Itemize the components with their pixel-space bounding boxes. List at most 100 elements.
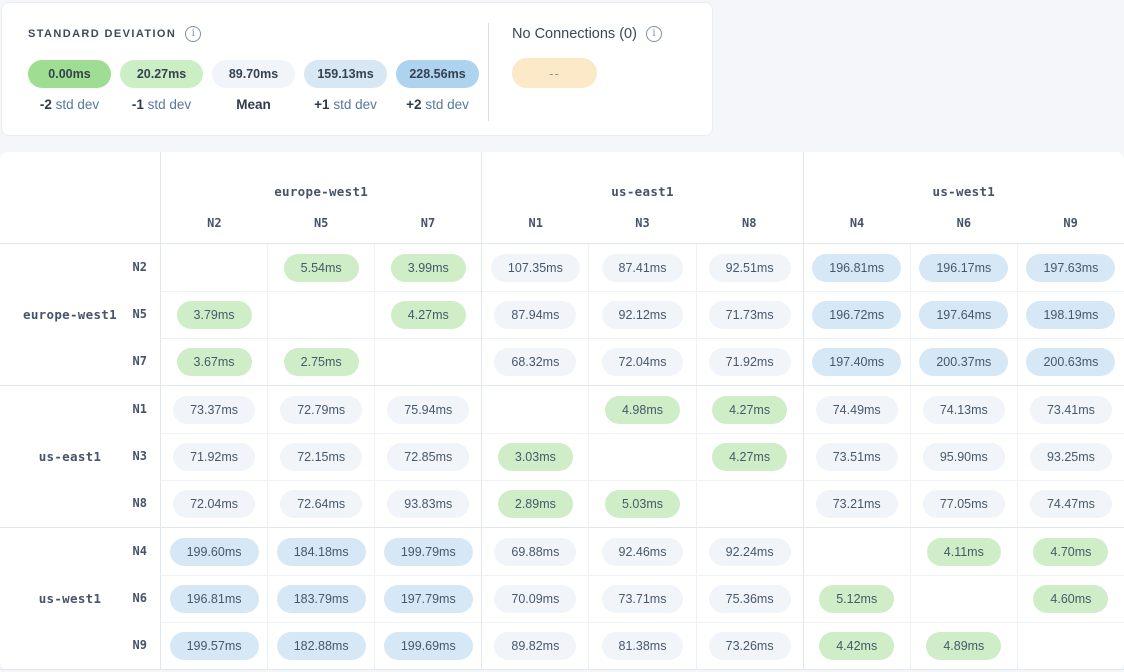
latency-pill[interactable]: 4.27ms — [391, 301, 466, 329]
latency-pill[interactable]: 4.27ms — [712, 443, 787, 471]
latency-pill[interactable]: 4.42ms — [819, 632, 894, 660]
latency-cell: 87.94ms — [481, 291, 588, 338]
latency-cell — [696, 480, 803, 527]
latency-cell: 72.85ms — [374, 433, 481, 480]
latency-pill[interactable]: 92.12ms — [602, 301, 684, 329]
latency-pill[interactable]: 72.15ms — [280, 443, 362, 471]
latency-pill[interactable]: 73.21ms — [816, 490, 898, 518]
latency-pill[interactable]: 199.60ms — [170, 538, 259, 566]
latency-cell: 74.49ms — [803, 386, 910, 433]
latency-pill[interactable]: 183.79ms — [277, 585, 366, 613]
node-column-header-N1: N1 — [482, 216, 589, 230]
latency-pill[interactable]: 5.12ms — [819, 585, 894, 613]
region-name: us-west1 — [804, 184, 1124, 199]
latency-pill[interactable]: 196.81ms — [812, 254, 901, 282]
latency-pill[interactable]: 196.81ms — [170, 585, 259, 613]
latency-pill[interactable]: 3.79ms — [177, 301, 252, 329]
latency-cell: 3.79ms — [160, 291, 267, 338]
latency-pill[interactable]: 197.40ms — [812, 348, 901, 376]
latency-pill[interactable]: 69.88ms — [494, 538, 576, 566]
node-column-header-N6: N6 — [910, 216, 1017, 230]
latency-cell: 5.54ms — [267, 244, 374, 291]
latency-pill[interactable]: 73.41ms — [1030, 396, 1112, 424]
latency-pill[interactable]: 2.75ms — [284, 348, 359, 376]
latency-cell: 75.94ms — [374, 386, 481, 433]
std-dev-title: STANDARD DEVIATION — [28, 28, 176, 40]
latency-pill[interactable]: 4.98ms — [605, 396, 680, 424]
latency-pill[interactable]: 184.18ms — [277, 538, 366, 566]
latency-pill[interactable]: 72.04ms — [173, 490, 255, 518]
latency-pill[interactable]: 95.90ms — [923, 443, 1005, 471]
latency-pill[interactable]: 197.63ms — [1026, 254, 1115, 282]
latency-cell: 4.27ms — [374, 291, 481, 338]
latency-pill[interactable]: 3.03ms — [498, 443, 573, 471]
latency-pill[interactable]: 77.05ms — [923, 490, 1005, 518]
latency-pill[interactable]: 73.71ms — [602, 585, 684, 613]
latency-pill[interactable]: 197.64ms — [919, 301, 1008, 329]
latency-pill[interactable]: 74.49ms — [816, 396, 898, 424]
latency-cell: 75.36ms — [696, 575, 803, 622]
latency-pill[interactable]: 72.79ms — [280, 396, 362, 424]
node-column-header-N2: N2 — [161, 216, 268, 230]
latency-pill[interactable]: 87.94ms — [494, 301, 576, 329]
latency-pill[interactable]: 81.38ms — [602, 632, 684, 660]
latency-pill[interactable]: 196.17ms — [919, 254, 1008, 282]
latency-pill[interactable]: 5.03ms — [605, 490, 680, 518]
latency-pill[interactable]: 71.73ms — [709, 301, 791, 329]
node-column-header-N7: N7 — [375, 216, 482, 230]
latency-pill[interactable]: 71.92ms — [709, 348, 791, 376]
latency-cell — [910, 575, 1017, 622]
latency-pill[interactable]: 68.32ms — [494, 348, 576, 376]
latency-pill[interactable]: 4.11ms — [927, 538, 1001, 566]
region-name: us-east1 — [482, 184, 802, 199]
latency-pill[interactable]: 4.60ms — [1033, 585, 1108, 613]
latency-pill[interactable]: 197.79ms — [384, 585, 473, 613]
std-dev-label-1: -1 std dev — [120, 97, 203, 112]
no-connections-info-icon[interactable]: i — [646, 26, 662, 42]
latency-pill[interactable]: 73.51ms — [816, 443, 898, 471]
latency-pill[interactable]: 87.41ms — [602, 254, 684, 282]
no-connections-title-row: No Connections (0) i — [512, 26, 662, 42]
latency-pill[interactable]: 4.70ms — [1033, 538, 1108, 566]
latency-cell: 196.81ms — [803, 244, 910, 291]
std-dev-info-icon[interactable]: i — [185, 26, 201, 42]
latency-pill[interactable]: 199.79ms — [384, 538, 473, 566]
latency-cell: 197.79ms — [374, 575, 481, 622]
latency-pill[interactable]: 72.64ms — [280, 490, 362, 518]
latency-pill[interactable]: 4.89ms — [926, 632, 1001, 660]
latency-pill[interactable]: 92.51ms — [709, 254, 791, 282]
latency-pill[interactable]: 200.37ms — [919, 348, 1008, 376]
latency-pill[interactable]: 2.89ms — [498, 490, 573, 518]
latency-pill[interactable]: 72.04ms — [602, 348, 684, 376]
latency-pill[interactable]: 93.25ms — [1030, 443, 1112, 471]
latency-pill[interactable]: 92.24ms — [709, 538, 791, 566]
latency-pill[interactable]: 200.63ms — [1026, 348, 1115, 376]
latency-cell: 89.82ms — [481, 622, 588, 669]
std-dev-label-rest: std dev — [330, 97, 377, 112]
latency-pill[interactable]: 93.83ms — [387, 490, 469, 518]
latency-pill[interactable]: 73.37ms — [173, 396, 255, 424]
latency-pill[interactable]: 5.54ms — [284, 254, 359, 282]
latency-pill[interactable]: 71.92ms — [173, 443, 255, 471]
latency-pill[interactable]: 73.26ms — [709, 632, 791, 660]
latency-cell: 93.25ms — [1017, 433, 1124, 480]
latency-pill[interactable]: 74.13ms — [923, 396, 1005, 424]
latency-pill[interactable]: 4.27ms — [712, 396, 787, 424]
latency-pill[interactable]: 182.88ms — [277, 632, 366, 660]
latency-pill[interactable]: 72.85ms — [387, 443, 469, 471]
latency-pill[interactable]: 3.67ms — [177, 348, 252, 376]
latency-pill[interactable]: 92.46ms — [602, 538, 684, 566]
latency-pill[interactable]: 198.19ms — [1026, 301, 1115, 329]
latency-pill[interactable]: 199.57ms — [170, 632, 259, 660]
latency-pill[interactable]: 74.47ms — [1030, 490, 1112, 518]
latency-pill[interactable]: 199.69ms — [384, 632, 473, 660]
latency-pill[interactable]: 3.99ms — [391, 254, 466, 282]
latency-pill[interactable]: 107.35ms — [491, 254, 580, 282]
latency-cell: 73.21ms — [803, 480, 910, 527]
latency-pill[interactable]: 75.94ms — [387, 396, 469, 424]
latency-pill[interactable]: 89.82ms — [494, 632, 576, 660]
latency-pill[interactable]: 70.09ms — [494, 585, 576, 613]
latency-cell: 183.79ms — [267, 575, 374, 622]
latency-pill[interactable]: 196.72ms — [812, 301, 901, 329]
latency-pill[interactable]: 75.36ms — [709, 585, 791, 613]
